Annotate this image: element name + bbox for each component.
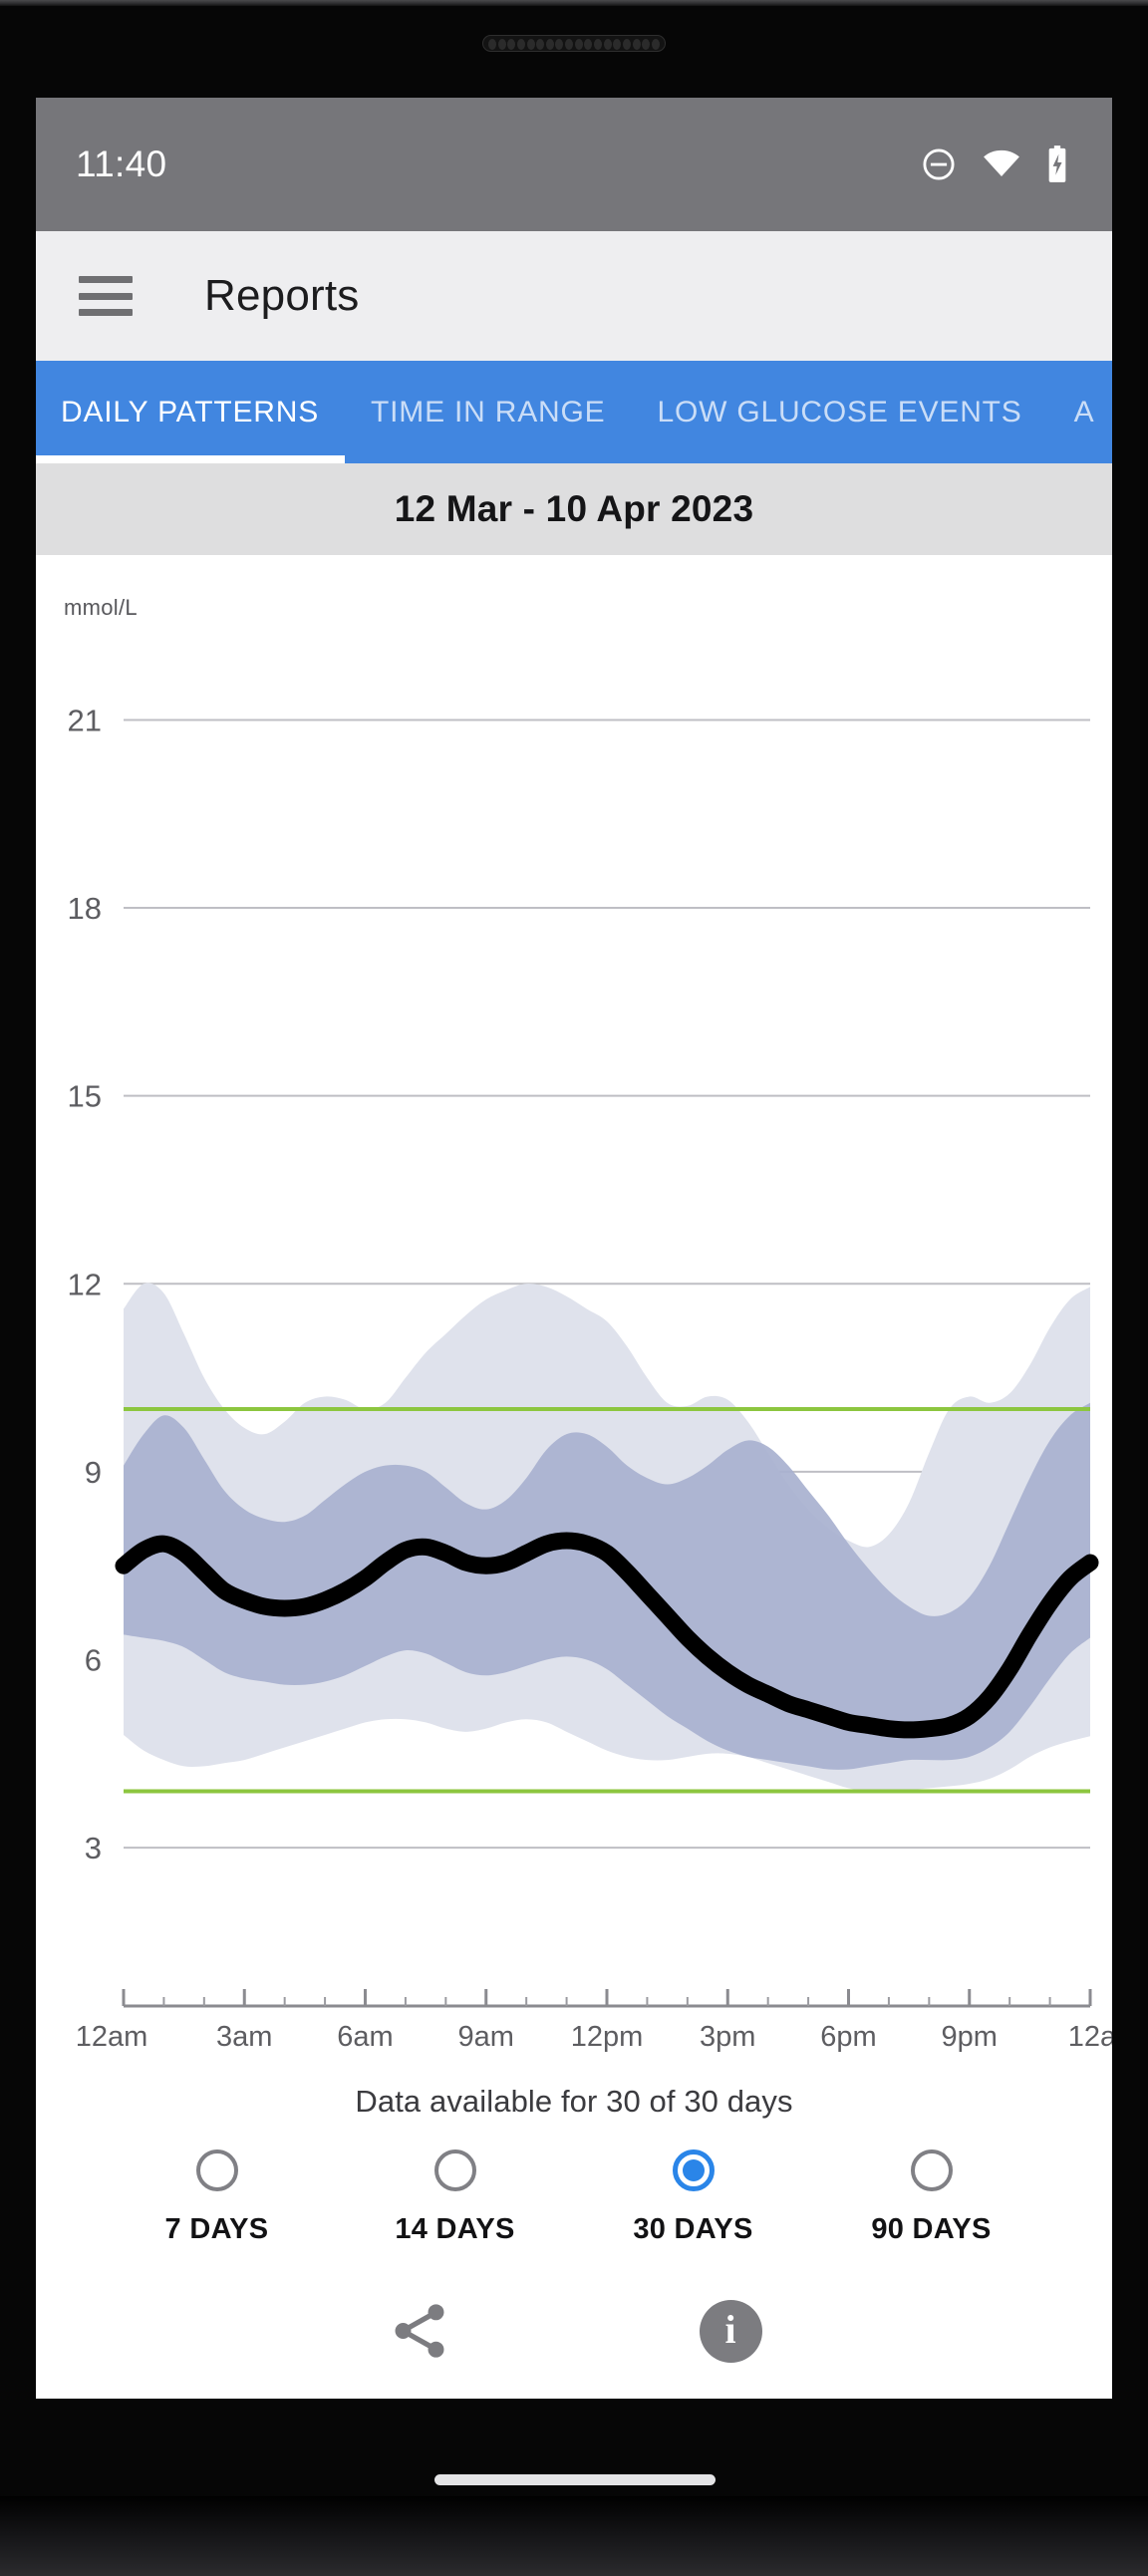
info-button[interactable]: i	[700, 2300, 762, 2363]
radio-30-days[interactable]	[673, 2149, 715, 2191]
x-tick-label-3: 9am	[458, 2021, 514, 2053]
y-tick-label-15: 15	[68, 1079, 102, 1114]
tab-overflow-partial[interactable]: A	[1048, 361, 1112, 463]
range-label-7-days: 7 DAYS	[165, 2213, 269, 2246]
radio-7-days[interactable]	[196, 2149, 238, 2191]
status-bar-icons	[921, 145, 1068, 183]
range-option-14-days[interactable]: 14 DAYS	[336, 2149, 574, 2246]
app-bar: Reports	[36, 231, 1112, 361]
x-tick-label-4: 12pm	[571, 2021, 644, 2053]
y-tick-label-12: 12	[68, 1267, 102, 1301]
y-tick-label-6: 6	[85, 1643, 102, 1678]
x-tick-label-0: 12am	[76, 2021, 148, 2053]
status-bar: 11:40	[36, 98, 1112, 231]
top-bezel	[0, 0, 1148, 6]
range-option-90-days[interactable]: 90 DAYS	[812, 2149, 1050, 2246]
tab-daily-patterns[interactable]: DAILY PATTERNS	[36, 361, 345, 463]
agp-plot: 21181512963 12am3am6am9am12pm3pm6pm9pm12…	[36, 555, 1112, 2080]
hamburger-menu-icon[interactable]	[79, 276, 133, 316]
share-icon	[387, 2298, 452, 2364]
action-row: i	[36, 2298, 1112, 2394]
status-clock: 11:40	[76, 143, 166, 185]
footer: Data available for 30 of 30 days 7 DAYS …	[36, 2080, 1112, 2394]
do-not-disturb-icon	[921, 146, 957, 182]
y-tick-label-3: 3	[85, 1831, 102, 1865]
page-title: Reports	[204, 271, 359, 321]
phone-screen: 11:40 Reports	[36, 98, 1112, 2399]
info-glyph: i	[724, 2310, 735, 2350]
range-option-7-days[interactable]: 7 DAYS	[98, 2149, 336, 2246]
tab-low-glucose-events[interactable]: LOW GLUCOSE EVENTS	[631, 361, 1047, 463]
y-axis-tick-labels: 21 18 15 12 9 6 3	[68, 703, 102, 1865]
home-indicator[interactable]	[434, 2474, 716, 2485]
date-range-label: 12 Mar - 10 Apr 2023	[395, 488, 754, 530]
range-label-14-days: 14 DAYS	[395, 2213, 514, 2246]
range-label-90-days: 90 DAYS	[871, 2213, 991, 2246]
phone-frame: 11:40 Reports	[0, 0, 1148, 2576]
x-tick-label-6: 6pm	[820, 2021, 876, 2053]
x-axis: 12am 3am 6am 9am 12pm 3pm 6pm 9pm 12am	[76, 1989, 1112, 2053]
earpiece-speaker	[482, 35, 666, 52]
active-tab-indicator	[36, 455, 345, 463]
battery-charging-icon	[1046, 145, 1068, 183]
info-icon: i	[700, 2300, 762, 2363]
range-option-30-days[interactable]: 30 DAYS	[574, 2149, 812, 2246]
radio-14-days[interactable]	[434, 2149, 476, 2191]
x-tick-label-2: 6am	[337, 2021, 393, 2053]
y-tick-label-18: 18	[68, 891, 102, 926]
wifi-icon	[983, 149, 1020, 179]
y-tick-label-21: 21	[68, 703, 102, 737]
tab-bar[interactable]: DAILY PATTERNS TIME IN RANGE LOW GLUCOSE…	[36, 361, 1112, 463]
radio-90-days[interactable]	[911, 2149, 953, 2191]
share-button[interactable]	[387, 2298, 452, 2364]
x-tick-label-5: 3pm	[700, 2021, 755, 2053]
glucose-profile-chart: mmol/L 21181512963 12am3am6am9am12pm3pm6…	[36, 555, 1112, 2080]
x-tick-label-7: 9pm	[942, 2021, 998, 2053]
x-tick-label-1: 3am	[216, 2021, 272, 2053]
range-selector-group[interactable]: 7 DAYS 14 DAYS 30 DAYS 90 DAYS	[36, 2149, 1112, 2246]
earpiece-grille	[488, 36, 660, 52]
range-label-30-days: 30 DAYS	[633, 2213, 752, 2246]
date-range-bar[interactable]: 12 Mar - 10 Apr 2023	[36, 463, 1112, 555]
tab-time-in-range[interactable]: TIME IN RANGE	[345, 361, 631, 463]
bottom-bezel	[0, 2496, 1148, 2576]
x-tick-label-8: 12am	[1068, 2021, 1112, 2053]
y-tick-label-9: 9	[85, 1455, 102, 1490]
data-availability-text: Data available for 30 of 30 days	[36, 2084, 1112, 2120]
